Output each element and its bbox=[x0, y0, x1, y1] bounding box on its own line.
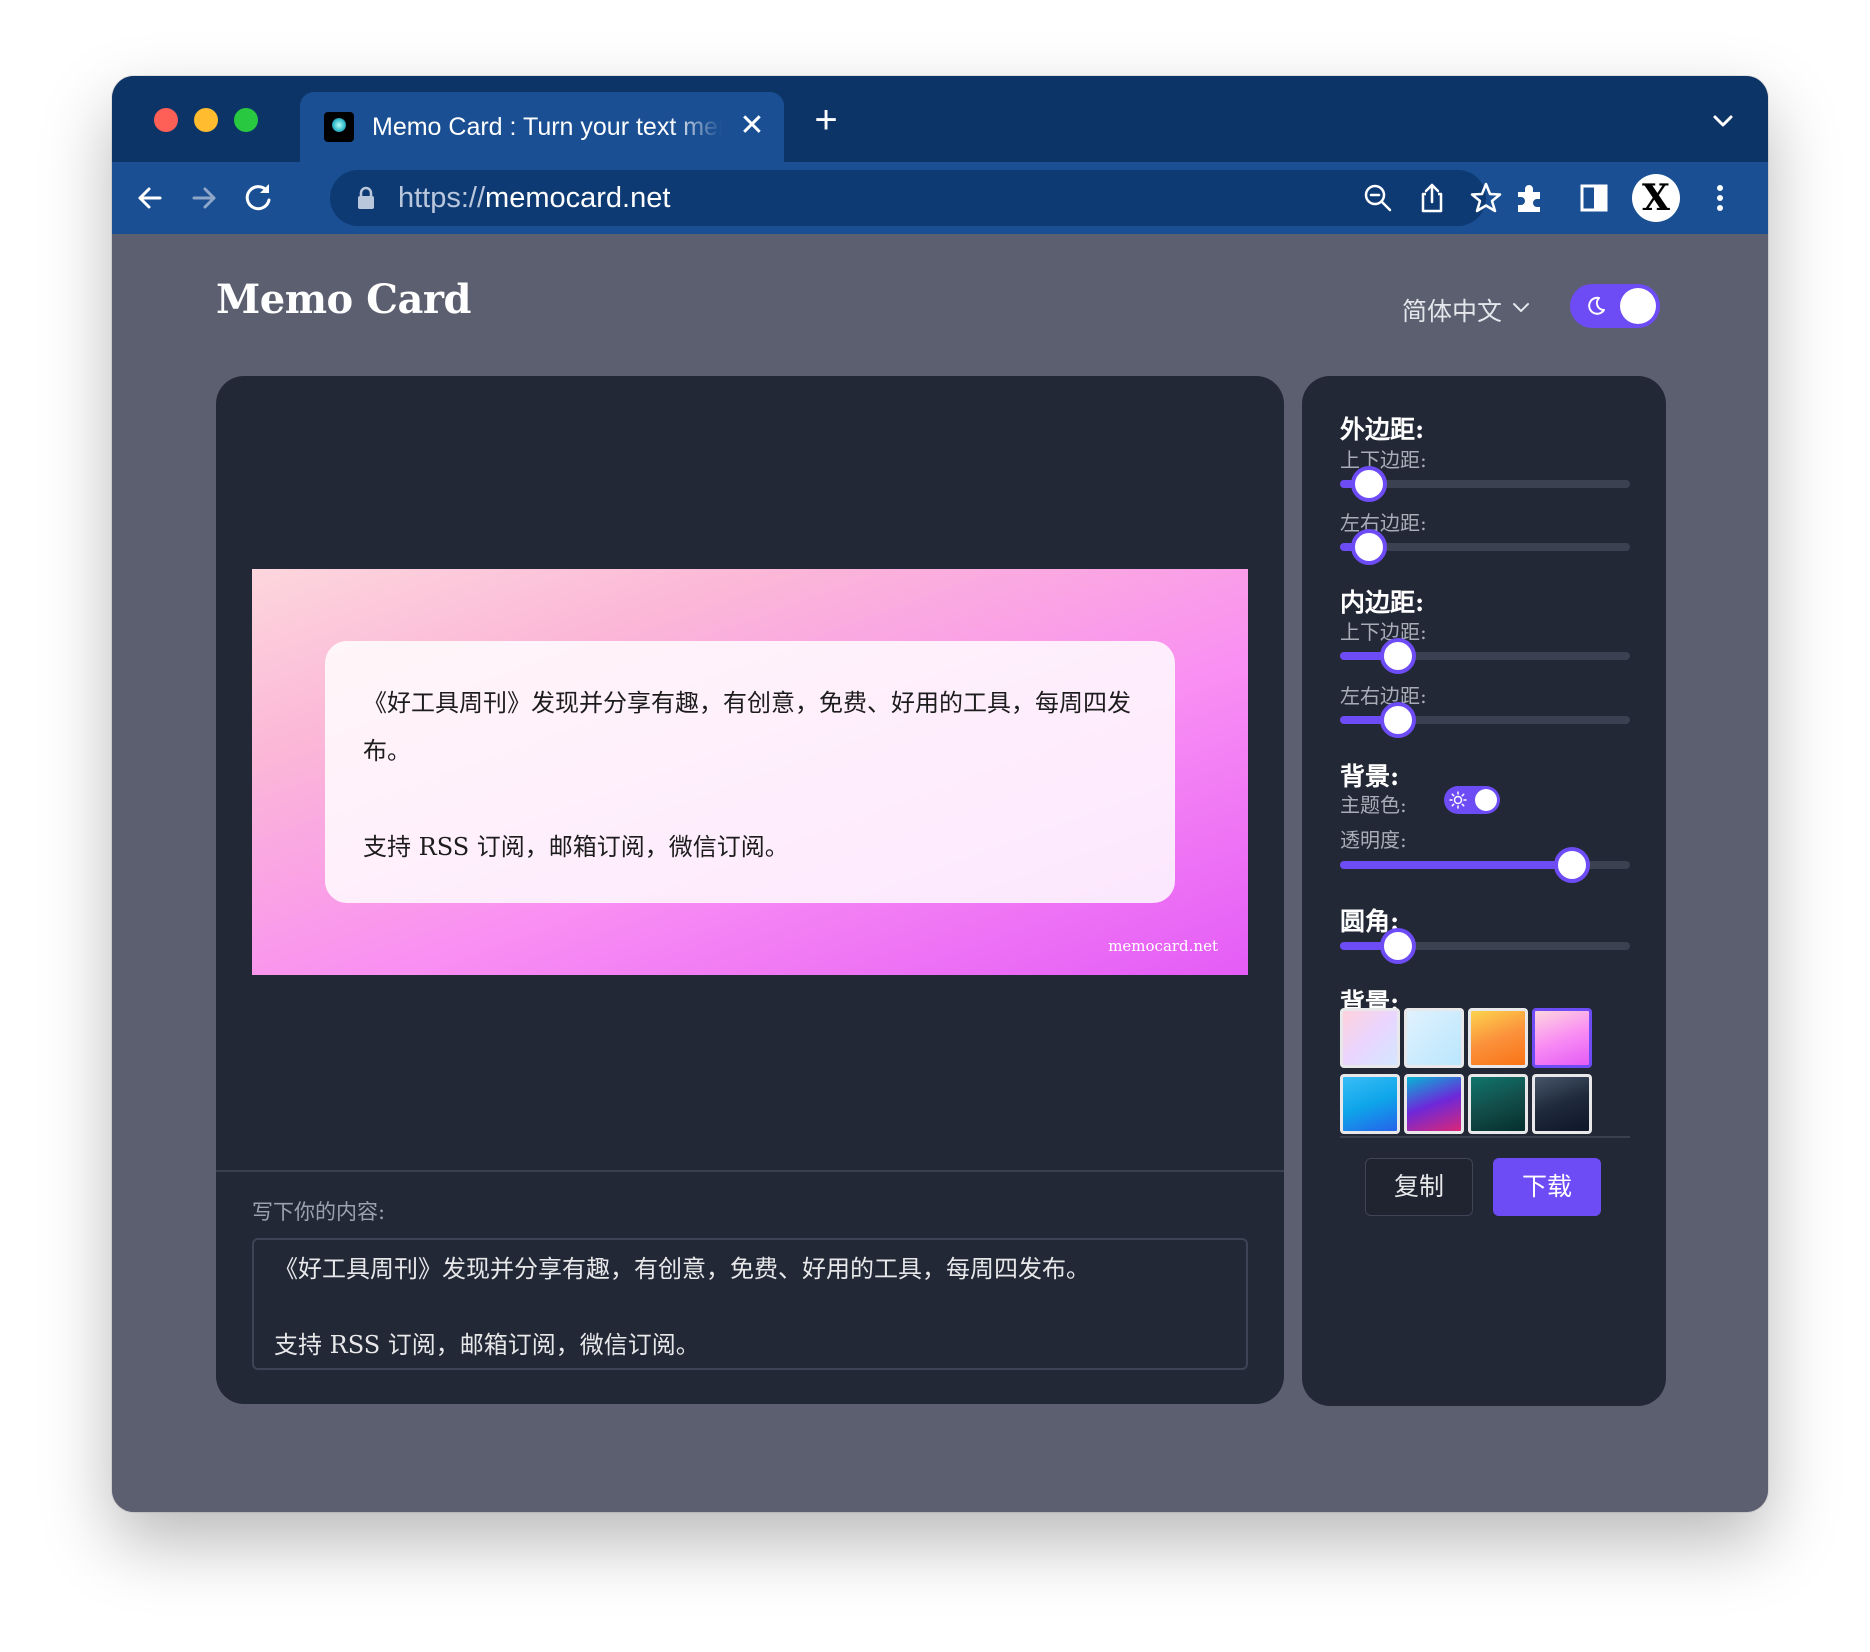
copy-button[interactable]: 复制 bbox=[1365, 1158, 1473, 1216]
background-swatch-neon-violet[interactable] bbox=[1404, 1074, 1464, 1134]
background-swatch-pastel-rainbow[interactable] bbox=[1340, 1008, 1400, 1068]
page-content: Memo Card 简体中文 《好工具周刊》发现并分享有趣，有创意，免费、好用的… bbox=[112, 234, 1768, 1512]
tab-close-icon[interactable]: ✕ bbox=[732, 106, 772, 146]
margin-vertical-slider[interactable] bbox=[1340, 466, 1630, 502]
settings-panel: 外边距: 上下边距: 左右边距: 内边距: 上下边距: 左右边距: 背景: 主题… bbox=[1302, 376, 1666, 1406]
slider-thumb[interactable] bbox=[1380, 638, 1416, 674]
slider-thumb[interactable] bbox=[1554, 847, 1590, 883]
language-select[interactable]: 简体中文 bbox=[1402, 292, 1502, 328]
radius-slider[interactable] bbox=[1340, 928, 1630, 964]
reload-icon[interactable] bbox=[238, 178, 278, 218]
background-swatch-sky-blue[interactable] bbox=[1404, 1008, 1464, 1068]
browser-window: Memo Card : Turn your text memo into bea… bbox=[112, 76, 1768, 1512]
textarea-line: 《好工具周刊》发现并分享有趣，有创意，免费、好用的工具，每周四发布。 bbox=[274, 1255, 1090, 1283]
slider-fill bbox=[1340, 861, 1572, 869]
back-arrow-icon[interactable] bbox=[130, 178, 170, 218]
share-icon[interactable] bbox=[1414, 180, 1450, 216]
divider bbox=[1340, 1136, 1630, 1138]
url-host: memocard.net bbox=[485, 182, 671, 214]
more-menu-icon[interactable] bbox=[1700, 178, 1740, 218]
divider bbox=[216, 1170, 1284, 1172]
textarea-line: 支持 RSS 订阅，邮箱订阅，微信订阅。 bbox=[274, 1331, 700, 1359]
padding-section-title: 内边距: bbox=[1340, 588, 1425, 617]
background-swatch-dark-teal[interactable] bbox=[1468, 1074, 1528, 1134]
new-tab-button[interactable]: + bbox=[806, 100, 846, 140]
lock-icon[interactable] bbox=[356, 186, 376, 210]
padding-horizontal-slider[interactable] bbox=[1340, 702, 1630, 738]
sun-icon bbox=[1449, 791, 1467, 809]
background-section-title: 背景: bbox=[1340, 762, 1400, 791]
bookmark-star-icon[interactable] bbox=[1468, 180, 1504, 216]
minimize-window-button[interactable] bbox=[194, 108, 218, 132]
preview-paragraph: 支持 RSS 订阅，邮箱订阅，微信订阅。 bbox=[363, 833, 789, 861]
slider-thumb[interactable] bbox=[1351, 529, 1387, 565]
content-input-label: 写下你的内容: bbox=[252, 1200, 386, 1224]
background-swatches bbox=[1340, 1008, 1596, 1138]
background-swatch-ocean-blue[interactable] bbox=[1340, 1074, 1400, 1134]
profile-avatar[interactable]: X bbox=[1632, 174, 1680, 222]
content-textarea[interactable]: 《好工具周刊》发现并分享有趣，有创意，免费、好用的工具，每周四发布。 支持 RS… bbox=[252, 1238, 1248, 1370]
opacity-slider[interactable] bbox=[1340, 847, 1630, 883]
card-preview: 《好工具周刊》发现并分享有趣，有创意，免费、好用的工具，每周四发布。 支持 RS… bbox=[252, 569, 1248, 975]
zoom-out-icon[interactable] bbox=[1360, 180, 1396, 216]
tab-bar: Memo Card : Turn your text memo into bea… bbox=[112, 76, 1768, 164]
close-window-button[interactable] bbox=[154, 108, 178, 132]
card-preview-content: 《好工具周刊》发现并分享有趣，有创意，免费、好用的工具，每周四发布。 支持 RS… bbox=[325, 641, 1175, 903]
background-swatch-orange-sunset[interactable] bbox=[1468, 1008, 1528, 1068]
tab-title: Memo Card : Turn your text memo into bea… bbox=[372, 113, 722, 141]
preview-paragraph: 《好工具周刊》发现并分享有趣，有创意，免费、好用的工具，每周四发布。 bbox=[363, 689, 1131, 765]
margin-section-title: 外边距: bbox=[1340, 415, 1425, 444]
slider-thumb[interactable] bbox=[1380, 928, 1416, 964]
url-protocol: https:// bbox=[398, 182, 486, 214]
background-swatch-pink-purple[interactable] bbox=[1532, 1008, 1592, 1068]
side-panel-icon[interactable] bbox=[1574, 178, 1614, 218]
toggle-knob bbox=[1475, 789, 1497, 811]
site-favicon-icon bbox=[324, 112, 354, 142]
brand-title[interactable]: Memo Card bbox=[216, 276, 471, 323]
toggle-knob bbox=[1620, 288, 1656, 324]
download-button[interactable]: 下载 bbox=[1493, 1158, 1601, 1216]
theme-color-label: 主题色: bbox=[1340, 793, 1407, 817]
padding-vertical-slider[interactable] bbox=[1340, 638, 1630, 674]
slider-thumb[interactable] bbox=[1380, 702, 1416, 738]
browser-toolbar: https://memocard.net X bbox=[112, 162, 1768, 234]
moon-icon bbox=[1588, 296, 1605, 315]
chevron-down-icon[interactable] bbox=[1510, 296, 1532, 318]
forward-arrow-icon[interactable] bbox=[184, 178, 224, 218]
maximize-window-button[interactable] bbox=[234, 108, 258, 132]
tab-search-chevron-icon[interactable] bbox=[1708, 106, 1738, 136]
editor-panel: 《好工具周刊》发现并分享有趣，有创意，免费、好用的工具，每周四发布。 支持 RS… bbox=[216, 376, 1284, 1404]
url-text[interactable]: https://memocard.net bbox=[398, 180, 670, 216]
slider-thumb[interactable] bbox=[1351, 466, 1387, 502]
card-watermark: memocard.net bbox=[1108, 937, 1218, 955]
extensions-puzzle-icon[interactable] bbox=[1510, 178, 1550, 218]
active-tab[interactable]: Memo Card : Turn your text memo into bea… bbox=[300, 92, 784, 164]
margin-horizontal-slider[interactable] bbox=[1340, 529, 1630, 565]
address-bar[interactable]: https://memocard.net bbox=[330, 170, 1502, 226]
theme-color-toggle[interactable] bbox=[1444, 786, 1500, 814]
dark-mode-toggle[interactable] bbox=[1570, 284, 1660, 328]
background-swatch-night-navy[interactable] bbox=[1532, 1074, 1592, 1134]
